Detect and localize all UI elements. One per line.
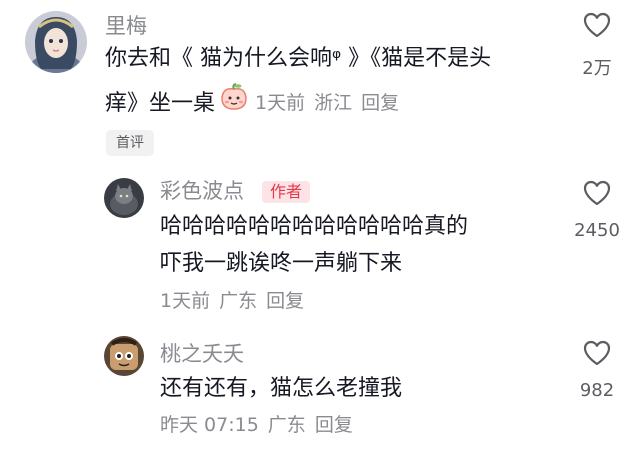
reply-button[interactable]: 回复 — [361, 92, 399, 114]
comment-meta: 1天前 浙江 回复 — [255, 91, 408, 114]
video-link[interactable]: 《 猫为什么会响ᵠ 》 — [171, 46, 370, 71]
reply-location: 广东 — [267, 414, 306, 436]
author-badge: 作者 — [262, 181, 311, 203]
comment-username[interactable]: 里梅 — [105, 16, 147, 37]
comment-location: 浙江 — [314, 91, 353, 114]
heart-outline-icon[interactable] — [583, 12, 611, 38]
reply-username[interactable]: 彩色波点 — [160, 181, 244, 202]
avatar[interactable] — [104, 336, 144, 376]
peach-sticker-icon — [219, 83, 249, 123]
comment-text-line2: 痒》坐一桌 1天前 浙江 回复 — [105, 83, 408, 123]
reply-meta: 昨天 07:15 广东 回复 — [160, 416, 362, 435]
reply-button[interactable]: 回复 — [315, 414, 353, 436]
reply-button[interactable]: 回复 — [266, 290, 304, 312]
reply-time: 昨天 07:15 — [160, 414, 259, 436]
comment-text: 你去和《 猫为什么会响ᵠ 》《猫是不是头 — [105, 40, 491, 77]
reply-text: 哈哈哈哈哈哈哈哈哈哈哈哈真的 — [160, 214, 469, 239]
avatar[interactable] — [25, 11, 87, 73]
comment-time: 1天前 — [255, 91, 306, 114]
like-count: 2万 — [582, 58, 612, 79]
heart-outline-icon[interactable] — [583, 340, 611, 366]
reply-text-line2: 吓我一跳诶咚一声躺下来 — [160, 251, 403, 276]
like-button[interactable]: 2万 — [567, 12, 627, 80]
reply-meta: 1天前 广东 回复 — [160, 292, 313, 311]
reply-username[interactable]: 桃之夭夭 — [160, 344, 244, 365]
first-comment-tag: 首评 — [106, 130, 154, 156]
reply-time: 1天前 — [160, 290, 211, 312]
like-button[interactable]: 2450 — [567, 180, 627, 241]
video-link[interactable]: 《猫是不是头 — [370, 46, 491, 71]
reply-text: 还有还有，猫怎么老撞我 — [160, 376, 403, 401]
comment-text-prefix: 你去和 — [105, 46, 172, 71]
like-button[interactable]: 982 — [567, 340, 627, 401]
reply-location: 广东 — [219, 290, 258, 312]
like-count: 2450 — [574, 220, 620, 241]
avatar[interactable] — [104, 178, 144, 218]
like-count: 982 — [579, 380, 615, 401]
heart-outline-icon[interactable] — [583, 180, 611, 206]
comment-text-suffix: 痒》坐一桌 — [105, 90, 216, 116]
